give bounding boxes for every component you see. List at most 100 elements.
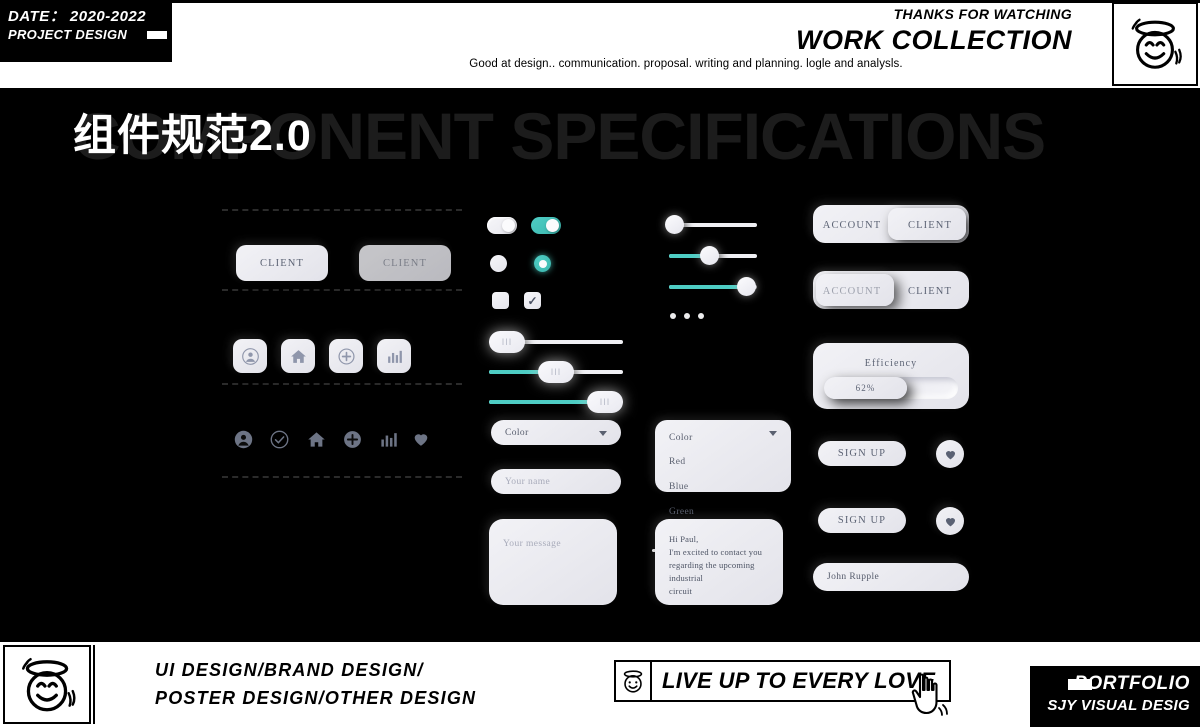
footer-line-2: POSTER DESIGN/OTHER DESIGN bbox=[155, 688, 477, 708]
pagination-dot[interactable] bbox=[698, 313, 704, 319]
signup-button-1[interactable]: SIGN UP bbox=[818, 441, 906, 466]
icon-button-chart[interactable] bbox=[377, 339, 411, 373]
header-thanks-text: THANKS FOR WATCHING bbox=[893, 6, 1072, 22]
header-rule bbox=[172, 0, 1200, 3]
icon-button-home[interactable] bbox=[281, 339, 315, 373]
color-dropdown-closed[interactable]: Color bbox=[491, 420, 621, 445]
pill-slider-1[interactable]: III bbox=[489, 331, 623, 353]
divider-1 bbox=[222, 209, 462, 211]
header-dash-mark bbox=[147, 31, 167, 39]
message-line-1: Hi Paul, bbox=[669, 534, 699, 544]
pagination-dot[interactable] bbox=[670, 313, 676, 319]
heart-icon bbox=[945, 450, 955, 459]
signup-button-2[interactable]: SIGN UP bbox=[818, 508, 906, 533]
slider-handle[interactable] bbox=[699, 246, 719, 265]
footer-portfolio-row: PORTFOLIO bbox=[1040, 672, 1190, 696]
page-footer: UI DESIGN/BRAND DESIGN/ POSTER DESIGN/OT… bbox=[0, 642, 1200, 727]
footer-line-1: UI DESIGN/BRAND DESIGN/ bbox=[155, 660, 424, 680]
color-dropdown-open-value: Color bbox=[669, 433, 693, 443]
chevron-down-icon[interactable] bbox=[769, 431, 777, 436]
dropdown-option-red[interactable]: Red bbox=[669, 450, 694, 475]
slider-handle[interactable] bbox=[737, 277, 757, 296]
checkbox-off[interactable] bbox=[492, 292, 509, 309]
angel-smiley-icon bbox=[1131, 18, 1182, 69]
hero-title-block: COMPONENT SPECIFICATIONS 组件规范2.0 bbox=[0, 96, 1200, 176]
footer-logo bbox=[3, 645, 91, 724]
efficiency-progress-track: 62% bbox=[824, 377, 958, 399]
message-textarea-filled[interactable]: Hi Paul, I'm excited to contact you rega… bbox=[655, 519, 783, 605]
icon-button-person[interactable] bbox=[233, 339, 267, 373]
client-button-2[interactable]: CLIENT bbox=[359, 245, 451, 281]
pill-slider-3[interactable]: III bbox=[489, 391, 623, 413]
plus-circle-icon bbox=[337, 347, 355, 365]
header-date-block: DATE： 2020-2022 PROJECT DESIGN bbox=[0, 0, 172, 62]
plus-circle-icon bbox=[343, 430, 361, 448]
toggle-knob bbox=[546, 219, 559, 232]
message-textarea-empty[interactable]: Your message bbox=[489, 519, 617, 605]
footer-banner-logo bbox=[616, 662, 652, 700]
segment-option-account[interactable]: ACCOUNT bbox=[813, 215, 891, 233]
component-stage: CLIENT CLIENT ✓ III III III ACCOUNT CLIE… bbox=[0, 185, 1200, 625]
like-button-2[interactable] bbox=[936, 507, 964, 535]
header-logo bbox=[1112, 2, 1198, 86]
slider-handle[interactable] bbox=[665, 215, 684, 234]
efficiency-progress-fill: 62% bbox=[824, 377, 908, 399]
pagination-dots[interactable] bbox=[670, 313, 704, 319]
color-dropdown-options[interactable]: Red Blue Green bbox=[669, 450, 694, 525]
segmented-control-2[interactable]: ACCOUNT CLIENT bbox=[813, 271, 969, 309]
home-icon bbox=[290, 349, 306, 363]
like-button-1[interactable] bbox=[936, 440, 964, 468]
divider-2 bbox=[222, 289, 462, 291]
segment-label: ACCOUNT bbox=[822, 220, 882, 231]
divider-3 bbox=[222, 383, 462, 385]
header-project-label: PROJECT DESIGN bbox=[8, 27, 128, 42]
toggle-on[interactable] bbox=[531, 217, 561, 234]
bar-chart-icon bbox=[380, 432, 397, 447]
hand-cursor-icon bbox=[911, 673, 948, 716]
pill-slider-2[interactable]: III bbox=[489, 361, 623, 383]
radio-off[interactable] bbox=[490, 255, 507, 272]
header-date-text: DATE： 2020-2022 bbox=[8, 8, 147, 25]
footer-dash-mark bbox=[1068, 679, 1092, 690]
radio-on[interactable] bbox=[534, 255, 551, 272]
slider-handle[interactable]: III bbox=[538, 361, 574, 383]
angel-smiley-icon bbox=[623, 670, 643, 693]
message-placeholder: Your message bbox=[503, 539, 561, 549]
checkbox-checked[interactable]: ✓ bbox=[524, 292, 541, 309]
segment-option-client[interactable]: CLIENT bbox=[891, 215, 969, 233]
segment-option-client[interactable]: CLIENT bbox=[891, 281, 969, 299]
header-center-block: THANKS FOR WATCHING WORK COLLECTION Good… bbox=[300, 4, 1100, 72]
efficiency-card: Efficiency 62% bbox=[813, 343, 969, 409]
client-button-1-label: CLIENT bbox=[260, 257, 304, 269]
radio-dot bbox=[538, 259, 547, 268]
segment-option-account[interactable]: ACCOUNT bbox=[813, 281, 891, 299]
plain-icon-heart[interactable] bbox=[410, 428, 432, 450]
plain-icon-chart[interactable] bbox=[377, 428, 399, 450]
message-line-3: regarding the upcoming industrial bbox=[669, 560, 755, 583]
plain-icon-home[interactable] bbox=[305, 428, 327, 450]
client-button-1[interactable]: CLIENT bbox=[236, 245, 328, 281]
slider-fill bbox=[669, 285, 747, 289]
footer-slogan-banner: LIVE UP TO EVERY LOVE bbox=[614, 660, 952, 702]
color-dropdown-open[interactable]: Color Red Blue Green bbox=[655, 420, 791, 517]
slider-handle[interactable]: III bbox=[489, 331, 525, 353]
name-input[interactable]: Your name bbox=[491, 469, 621, 494]
chevron-down-icon[interactable] bbox=[599, 430, 607, 436]
segmented-control-1[interactable]: ACCOUNT CLIENT bbox=[813, 205, 969, 243]
plain-icon-check[interactable] bbox=[268, 428, 290, 450]
footer-studio-label: SJY VISUAL DESIG bbox=[1047, 697, 1190, 714]
toggle-off[interactable] bbox=[487, 217, 517, 234]
user-name-input[interactable]: John Rupple bbox=[813, 563, 969, 591]
round-slider-2[interactable] bbox=[669, 246, 757, 265]
dropdown-option-blue[interactable]: Blue bbox=[669, 475, 694, 500]
plain-icon-person[interactable] bbox=[232, 428, 254, 450]
message-line-4: circuit bbox=[669, 586, 693, 596]
message-line-2: I'm excited to contact you bbox=[669, 547, 763, 557]
round-slider-1[interactable] bbox=[665, 215, 757, 234]
round-slider-3[interactable] bbox=[669, 277, 757, 296]
slider-handle[interactable]: III bbox=[587, 391, 623, 413]
plain-icon-add[interactable] bbox=[341, 428, 363, 450]
segment-label: ACCOUNT bbox=[822, 286, 882, 297]
pagination-dot[interactable] bbox=[684, 313, 690, 319]
icon-button-add[interactable] bbox=[329, 339, 363, 373]
